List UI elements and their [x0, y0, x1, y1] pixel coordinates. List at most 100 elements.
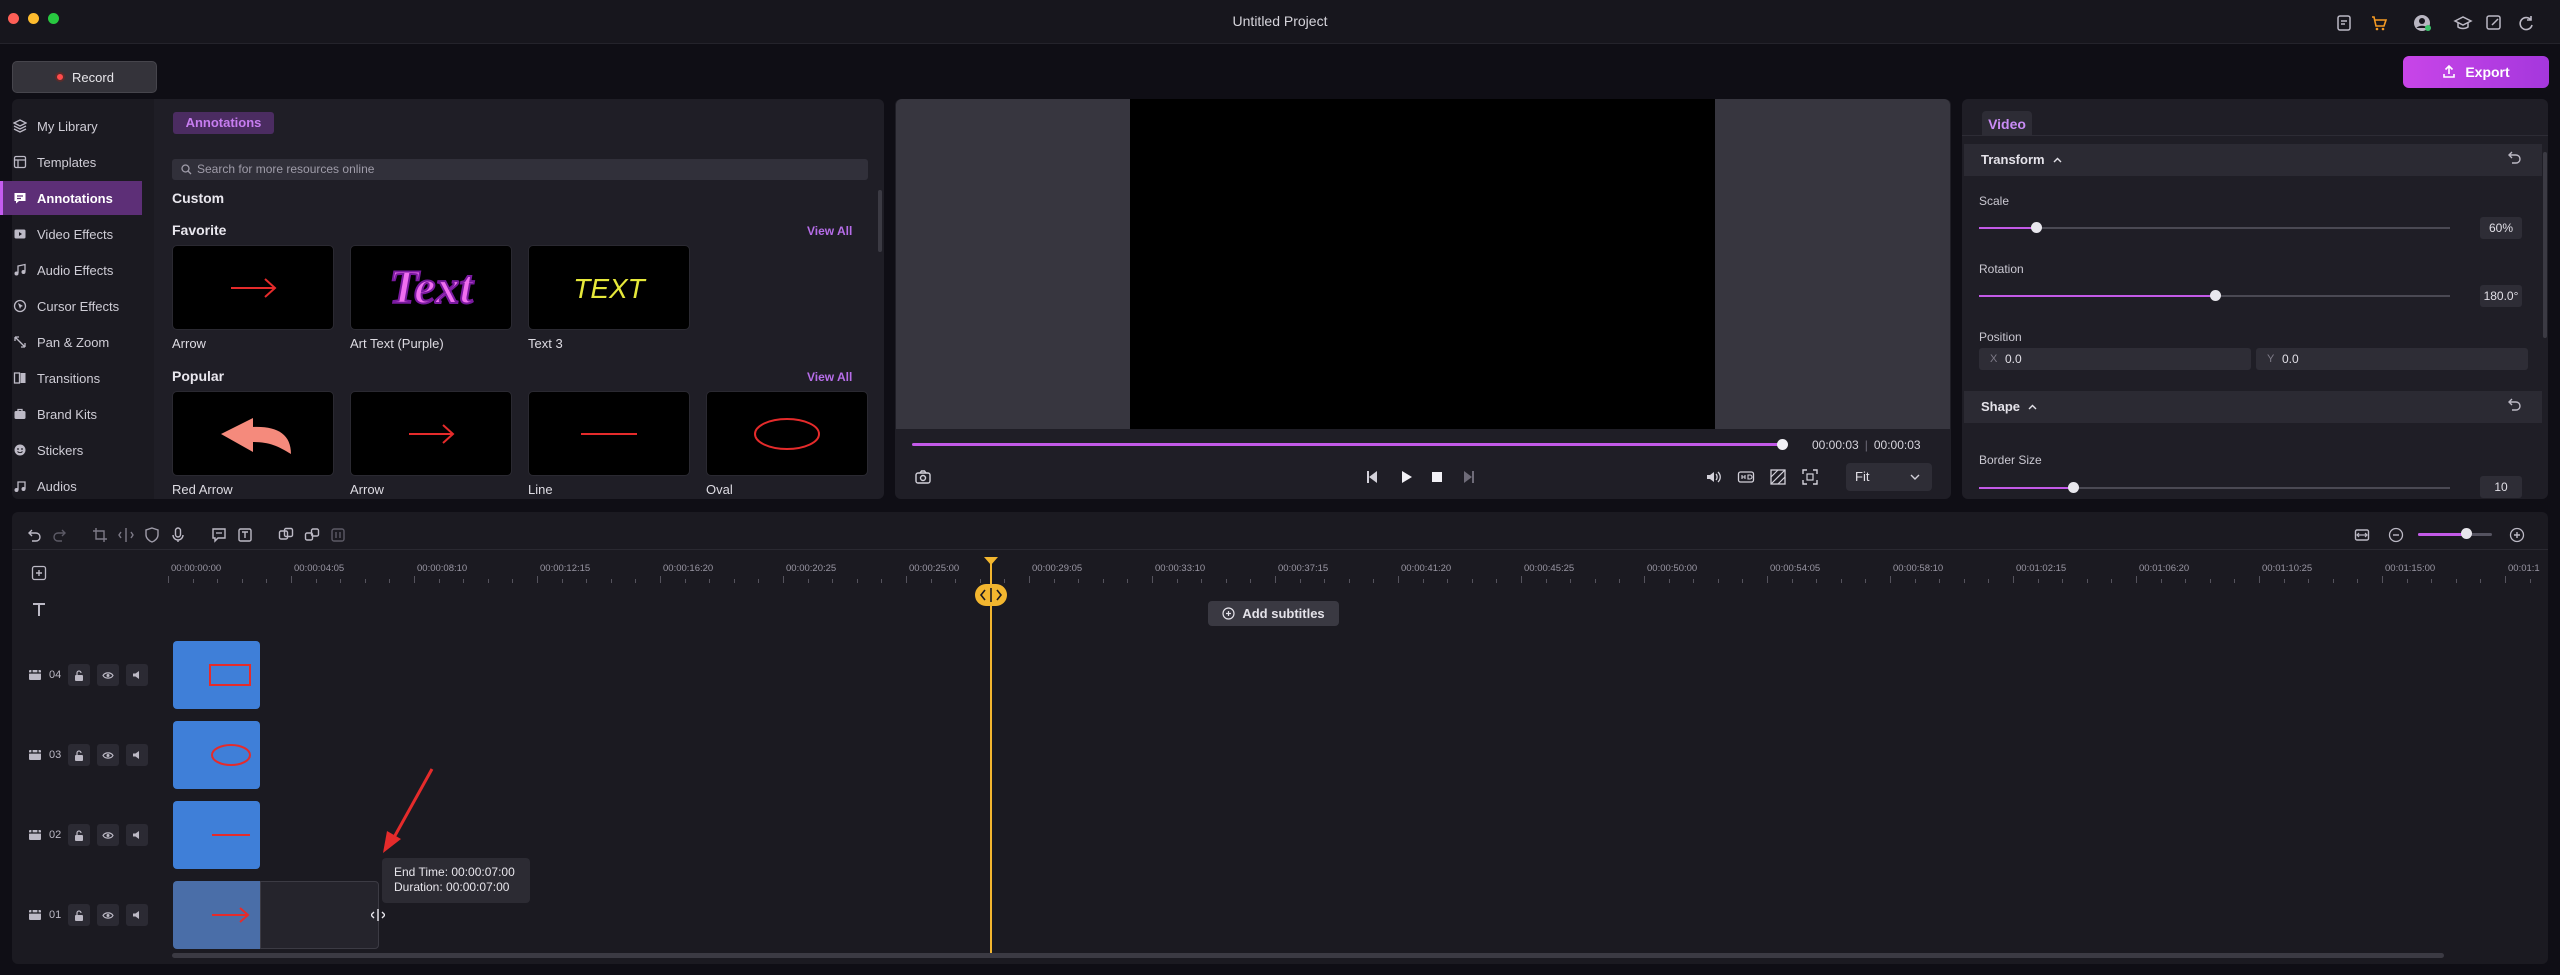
- mask-shield-icon[interactable]: [144, 527, 160, 543]
- playhead-top-marker[interactable]: [983, 557, 999, 567]
- sidebar-item-annotations[interactable]: Annotations: [0, 181, 142, 215]
- reset-shape-icon[interactable]: [2506, 398, 2522, 414]
- scale-value-field[interactable]: 60%: [2480, 217, 2522, 239]
- timeline-zoom-knob[interactable]: [2461, 528, 2472, 539]
- playback-progress-knob[interactable]: [1777, 439, 1788, 450]
- annotation-card-text3[interactable]: TEXT: [528, 245, 690, 330]
- visibility-eye-button[interactable]: [97, 824, 120, 846]
- popular-view-all-link[interactable]: View All: [807, 370, 852, 384]
- visibility-eye-button[interactable]: [97, 744, 120, 766]
- sidebar-item-pan-zoom[interactable]: Pan & Zoom: [0, 325, 142, 359]
- sidebar-item-stickers[interactable]: Stickers: [0, 433, 142, 467]
- sidebar-item-transitions[interactable]: Transitions: [0, 361, 142, 395]
- playhead[interactable]: [990, 559, 992, 955]
- freeze-frame-icon[interactable]: [330, 527, 346, 543]
- scale-slider-track[interactable]: [1979, 227, 2450, 229]
- lock-track-button[interactable]: [68, 744, 91, 766]
- annotation-card-arrow[interactable]: [350, 391, 512, 476]
- visibility-eye-button[interactable]: [97, 904, 120, 926]
- sidebar-item-templates[interactable]: Templates: [0, 145, 142, 179]
- rotation-slider-knob[interactable]: [2209, 290, 2221, 301]
- lock-track-button[interactable]: [68, 824, 91, 846]
- lock-track-button[interactable]: [68, 664, 91, 686]
- quality-hd-icon[interactable]: [1737, 468, 1755, 486]
- transform-section-header[interactable]: Transform: [1964, 144, 2542, 176]
- add-caption-icon[interactable]: [237, 527, 253, 543]
- tab-annotations[interactable]: Annotations: [173, 112, 274, 134]
- position-x-field[interactable]: X 0.0: [1979, 348, 2251, 370]
- clip-arrow[interactable]: [173, 881, 260, 949]
- cart-icon[interactable]: [2369, 13, 2389, 33]
- annotation-card-oval[interactable]: [706, 391, 868, 476]
- split-icon[interactable]: [118, 527, 134, 543]
- shape-section-header[interactable]: Shape: [1964, 391, 2542, 423]
- fit-timeline-icon[interactable]: [2354, 527, 2370, 543]
- annotation-card-arrow[interactable]: [172, 245, 334, 330]
- next-frame-icon[interactable]: [1459, 468, 1477, 486]
- sidebar-item-brand-kits[interactable]: Brand Kits: [0, 397, 142, 431]
- sync-icon[interactable]: [2516, 13, 2536, 33]
- zoom-in-icon[interactable]: [2509, 527, 2525, 543]
- sidebar-item-audio-effects[interactable]: Audio Effects: [0, 253, 142, 287]
- mute-speaker-button[interactable]: [126, 904, 149, 926]
- clip-rectangle[interactable]: [173, 641, 260, 709]
- clip-arrow-extension[interactable]: [260, 881, 379, 949]
- annotation-card-red-arrow[interactable]: [172, 391, 334, 476]
- lock-track-button[interactable]: [68, 904, 91, 926]
- ungroup-icon[interactable]: [304, 527, 320, 543]
- add-track-icon[interactable]: [31, 565, 47, 581]
- export-button[interactable]: Export: [2403, 56, 2549, 88]
- mute-speaker-button[interactable]: [126, 744, 149, 766]
- mute-speaker-button[interactable]: [126, 664, 149, 686]
- library-scrollbar[interactable]: [878, 190, 882, 252]
- group-icon[interactable]: [278, 527, 294, 543]
- add-subtitles-button[interactable]: Add subtitles: [1208, 601, 1339, 626]
- stop-button[interactable]: [1428, 468, 1446, 486]
- visibility-eye-button[interactable]: [97, 664, 120, 686]
- playhead-handle[interactable]: [975, 584, 1007, 606]
- fullscreen-icon[interactable]: [1801, 468, 1819, 486]
- reset-transform-icon[interactable]: [2506, 151, 2522, 167]
- sidebar-item-my-library[interactable]: My Library: [0, 109, 142, 143]
- transparent-bg-icon[interactable]: [1769, 468, 1787, 486]
- annotation-card-line[interactable]: [528, 391, 690, 476]
- sidebar-item-audios[interactable]: Audios: [0, 469, 142, 503]
- resize-handle-icon[interactable]: [371, 909, 385, 921]
- volume-icon[interactable]: [1704, 468, 1722, 486]
- film-track-icon: [29, 750, 41, 760]
- mute-speaker-button[interactable]: [126, 824, 149, 846]
- scale-slider-knob[interactable]: [2030, 222, 2042, 233]
- sidebar-item-cursor-effects[interactable]: Cursor Effects: [0, 289, 142, 323]
- playback-progress-bar[interactable]: [912, 443, 1782, 446]
- favorite-view-all-link[interactable]: View All: [807, 224, 852, 238]
- add-annotation-icon[interactable]: [211, 527, 227, 543]
- timeline-ruler[interactable]: 00:00:00:00 00:00:04:05 00:00:08:10 00:00:1…: [168, 563, 2544, 583]
- microphone-icon[interactable]: [170, 527, 186, 543]
- account-avatar-icon[interactable]: [2412, 13, 2432, 33]
- crop-icon[interactable]: [92, 527, 108, 543]
- clip-oval[interactable]: [173, 721, 260, 789]
- notes-icon[interactable]: [2334, 13, 2354, 33]
- snapshot-camera-icon[interactable]: [914, 468, 932, 486]
- properties-scrollbar[interactable]: [2543, 152, 2547, 338]
- position-y-field[interactable]: Y 0.0: [2256, 348, 2528, 370]
- preview-video-frame[interactable]: [1130, 99, 1715, 429]
- record-button[interactable]: Record: [12, 61, 157, 93]
- previous-frame-icon[interactable]: [1364, 468, 1382, 486]
- tutorial-cap-icon[interactable]: [2453, 13, 2473, 33]
- redo-icon[interactable]: [52, 527, 68, 543]
- search-input[interactable]: Search for more resources online: [172, 159, 868, 180]
- clip-line[interactable]: [173, 801, 260, 869]
- border-size-value-field[interactable]: 10: [2480, 476, 2522, 498]
- play-button[interactable]: [1397, 468, 1415, 486]
- annotation-card-art-text[interactable]: Text: [350, 245, 512, 330]
- border-size-slider-track[interactable]: [1979, 487, 2450, 489]
- zoom-out-icon[interactable]: [2388, 527, 2404, 543]
- tab-video[interactable]: Video: [1982, 111, 2032, 135]
- undo-icon[interactable]: [26, 527, 42, 543]
- sidebar-item-video-effects[interactable]: Video Effects: [0, 217, 142, 251]
- zoom-fit-select[interactable]: Fit: [1846, 463, 1932, 491]
- feedback-icon[interactable]: [2484, 13, 2504, 33]
- timeline-horizontal-scrollbar[interactable]: [172, 953, 2444, 958]
- rotation-value-field[interactable]: 180.0°: [2480, 285, 2522, 307]
